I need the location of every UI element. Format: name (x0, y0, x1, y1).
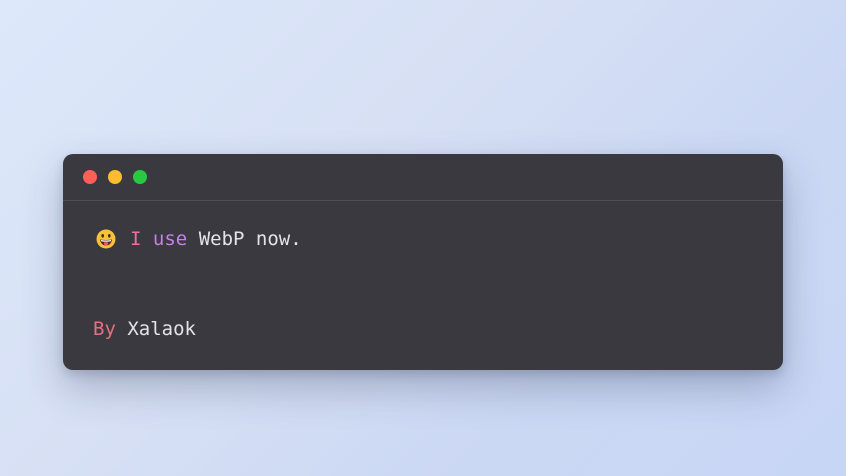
code-token-rest: WebP now. (198, 228, 302, 250)
code-area: I use WebP now. By Xalaok (63, 201, 783, 370)
maximize-button[interactable] (133, 170, 147, 184)
code-token-by: By (93, 318, 116, 340)
code-token-i: I (130, 228, 142, 250)
code-window: I use WebP now. By Xalaok (63, 154, 783, 370)
grinning-face-with-tongue-icon (96, 229, 116, 249)
minimize-button[interactable] (108, 170, 122, 184)
close-button[interactable] (83, 170, 97, 184)
code-line-2: By Xalaok (93, 318, 196, 340)
code-line-1: I use WebP now. (96, 228, 302, 250)
author-name: Xalaok (127, 318, 196, 340)
window-titlebar (63, 154, 783, 201)
code-token-use: use (152, 228, 188, 250)
